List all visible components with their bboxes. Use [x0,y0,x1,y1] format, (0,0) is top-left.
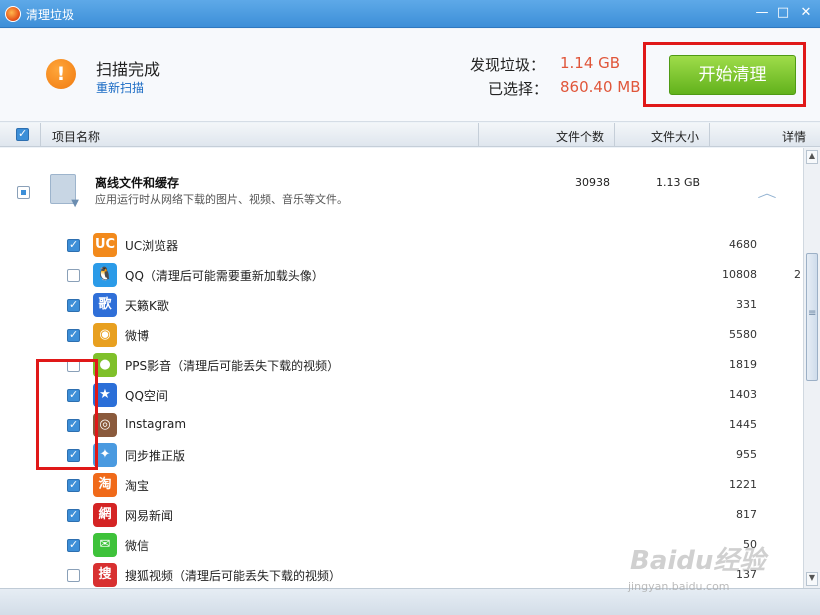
list-item[interactable]: 歌天籁K歌 331 [0,290,803,320]
watermark-url: jingyan.baidu.com [628,580,730,593]
item-checkbox[interactable] [67,569,80,582]
select-all-checkbox[interactable] [16,127,29,141]
item-file-count: 4680 [729,238,757,251]
list-item[interactable]: UC UC浏览器 4680 [0,230,803,260]
item-name: QQ空间 [125,389,168,403]
column-name[interactable]: 项目名称 [52,128,100,145]
document-download-icon [50,174,79,209]
junk-item-list: 离线文件和缓存 应用运行时从网络下载的图片、视频、音乐等文件。 30938 1.… [0,148,803,588]
item-file-count: 817 [736,508,757,521]
item-name: UC浏览器 [125,239,179,253]
app-logo-icon [5,6,21,22]
title-bar: 清理垃圾 — □ ✕ [0,0,820,28]
scroll-down-arrow-icon[interactable]: ▼ [806,572,818,586]
list-item[interactable]: 網网易新闻 817 [0,500,803,530]
item-checkbox[interactable] [67,508,80,522]
item-checkbox[interactable] [67,298,80,312]
item-file-count: 1403 [729,388,757,401]
app-icon: 網 [93,503,117,527]
item-file-count: 331 [736,298,757,311]
rescan-link[interactable]: 重新扫描 [96,79,144,96]
app-icon: UC [93,233,117,257]
item-name: 同步推正版 [125,449,186,463]
found-junk-label: 发现垃圾： [470,56,546,74]
group-title: 离线文件和缓存 [95,176,180,190]
item-file-count: 1819 [729,358,757,371]
app-icon: 🐧 [93,263,117,287]
item-checkbox[interactable] [67,328,80,342]
group-description: 应用运行时从网络下载的图片、视频、音乐等文件。 [95,193,348,206]
list-item[interactable]: ● PPS影音（清理后可能丢失下载的视频） 1819 [0,350,803,380]
item-checkbox[interactable] [67,269,80,282]
group-file-count: 30938 [575,176,610,189]
app-icon: 搜 [93,563,117,587]
app-icon: 歌 [93,293,117,317]
selected-value: 860.40 MB [560,78,641,96]
close-button[interactable]: ✕ [796,3,816,23]
column-header: 项目名称 文件个数 文件大小 详情 [0,123,820,147]
chevron-up-icon[interactable]: ︿ [757,184,776,201]
list-item[interactable]: ◎Instagram1445 [0,410,803,440]
list-item[interactable]: 淘淘宝 1221 [0,470,803,500]
found-junk-value: 1.14 GB [560,54,621,72]
annotation-highlight-items [36,359,98,470]
item-checkbox[interactable] [67,238,80,252]
scan-status-text: 扫描完成 [96,60,161,79]
warning-icon: ! [46,59,76,89]
start-clean-button[interactable]: 开始清理 [669,55,796,95]
item-name: 天籁K歌 [125,299,169,313]
app-icon: 淘 [93,473,117,497]
column-size[interactable]: 文件大小 [651,128,699,145]
item-name: 搜狐视频（清理后可能丢失下载的视频） [125,569,342,583]
item-name: QQ（清理后可能需要重新加载头像） [125,269,324,283]
item-name: 微博 [125,329,150,343]
item-name: 淘宝 [125,479,150,493]
item-file-count: 955 [736,448,757,461]
item-name: 网易新闻 [125,509,174,523]
item-file-count: 10808 [722,268,757,281]
list-item[interactable]: ★QQ空间1403 [0,380,803,410]
watermark-logo: Baidu经验 [630,546,766,576]
scroll-thumb[interactable] [806,253,818,381]
item-file-count: 5580 [729,328,757,341]
group-file-size: 1.13 GB [656,176,701,189]
item-checkbox[interactable] [67,478,80,492]
item-name: 微信 [125,539,150,553]
scroll-up-arrow-icon[interactable]: ▲ [806,150,818,164]
column-detail[interactable]: 详情 [782,128,806,145]
item-name: Instagram [125,417,187,431]
item-name: PPS影音（清理后可能丢失下载的视频） [125,359,340,373]
item-checkbox[interactable] [67,538,80,552]
item-file-count: 1221 [729,478,757,491]
window-title: 清理垃圾 [26,8,75,22]
minimize-button[interactable]: — [752,3,772,23]
app-icon: ◉ [93,323,117,347]
list-item[interactable]: ◉ 微博 5580 [0,320,803,350]
item-extra-value: 2 [794,268,801,281]
selected-label: 已选择： [488,80,549,98]
list-item[interactable]: ✦同步推正版955 [0,440,803,470]
app-icon: ✉ [93,533,117,557]
maximize-button[interactable]: □ [773,3,793,23]
group-checkbox[interactable] [17,186,30,199]
list-item[interactable]: 🐧 QQ（清理后可能需要重新加载头像） 10808 2 [0,260,803,290]
item-file-count: 1445 [729,418,757,431]
vertical-scrollbar[interactable]: ▲ ▼ [803,148,820,588]
column-count[interactable]: 文件个数 [556,128,604,145]
